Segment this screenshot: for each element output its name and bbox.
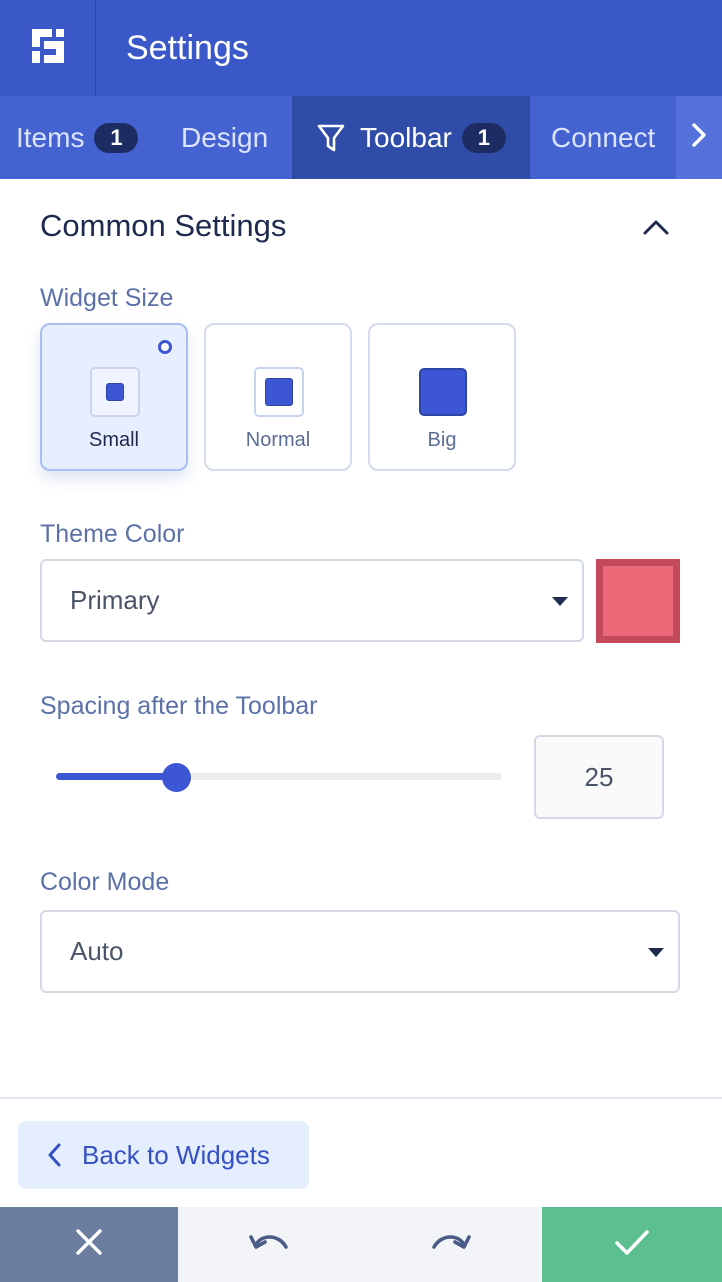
tab-items[interactable]: Items 1 [0,96,160,179]
tab-bar: Items 1 Design Toolbar 1 Connect [0,96,722,179]
tab-label: Connect [551,121,656,153]
size-preview-normal [254,367,304,417]
size-option-small[interactable]: Small [40,323,188,471]
tab-toolbar[interactable]: Toolbar 1 [292,96,530,179]
color-mode-value: Auto [70,936,124,966]
tab-badge: 1 [94,122,139,153]
chevron-up-icon[interactable] [638,212,674,242]
tab-design[interactable]: Design [160,96,292,179]
tab-label: Design [181,121,269,153]
back-to-widgets-button[interactable]: Back to Widgets [18,1121,309,1189]
tab-connect[interactable]: Connect [530,96,671,179]
undo-button[interactable] [178,1207,360,1282]
action-bar [0,1207,722,1282]
chevron-left-icon [46,1142,62,1168]
spacing-slider-handle[interactable] [162,763,191,792]
widget-size-label: Widget Size [40,284,174,312]
back-button-label: Back to Widgets [82,1139,270,1170]
theme-color-swatch[interactable] [596,559,680,643]
color-mode-select[interactable]: Auto [40,910,680,993]
redo-button[interactable] [360,1207,542,1282]
spacing-slider-fill [56,773,178,780]
check-icon [613,1227,651,1262]
close-icon [74,1227,104,1262]
size-option-big[interactable]: Big [368,323,516,471]
redo-icon [430,1229,472,1260]
size-preview-big [418,367,468,417]
tab-badge: 1 [461,122,506,153]
size-option-label: Small [88,429,139,451]
caret-down-icon [552,597,568,606]
undo-icon [248,1229,290,1260]
page-title: Settings [126,28,249,67]
tabs-scroll-next[interactable] [676,96,722,179]
size-option-normal[interactable]: Normal [204,323,352,471]
app-logo-icon [28,25,68,72]
size-preview-small [90,367,140,417]
color-mode-label: Color Mode [40,868,170,896]
caret-down-icon [648,948,664,957]
app-header: Settings [0,0,722,96]
chevron-right-icon [690,121,708,154]
theme-color-value: Primary [70,585,160,615]
size-option-label: Big [427,429,457,451]
cancel-button[interactable] [0,1207,178,1282]
spacing-value-input[interactable]: 25 [534,735,664,819]
theme-color-select[interactable]: Primary [40,559,584,642]
save-button[interactable] [542,1207,722,1282]
tab-label: Toolbar [360,121,452,153]
radio-selected-indicator [158,340,172,354]
theme-color-label: Theme Color [40,520,185,548]
filter-icon [316,122,346,154]
footer-divider [0,1097,722,1099]
app-logo[interactable] [0,0,96,96]
spacing-label: Spacing after the Toolbar [40,692,318,720]
section-title: Common Settings [40,208,287,243]
size-option-label: Normal [245,429,311,451]
tab-label: Items [16,121,85,153]
